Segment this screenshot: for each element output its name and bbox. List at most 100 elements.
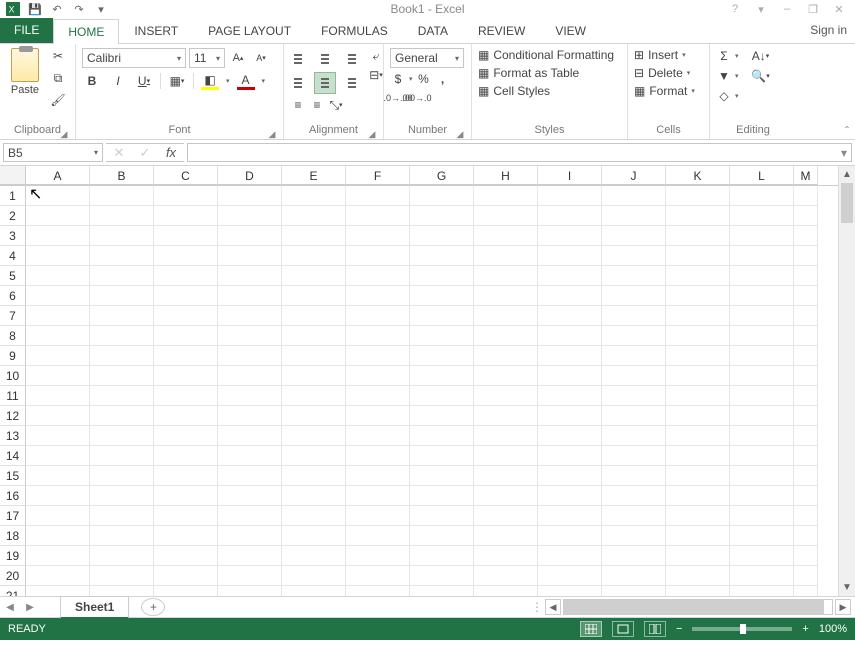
cell[interactable] xyxy=(602,366,666,386)
cell[interactable] xyxy=(26,566,90,586)
page-break-view-icon[interactable] xyxy=(644,621,666,637)
cell[interactable] xyxy=(90,186,154,206)
cell[interactable] xyxy=(410,246,474,266)
cell[interactable] xyxy=(666,566,730,586)
cell[interactable] xyxy=(730,186,794,206)
cell[interactable] xyxy=(154,506,218,526)
cell[interactable] xyxy=(794,326,818,346)
cell[interactable] xyxy=(90,526,154,546)
expand-formula-bar-icon[interactable]: ▾ xyxy=(841,146,847,160)
cell[interactable] xyxy=(218,266,282,286)
ribbon-display-options-icon[interactable]: ▾ xyxy=(751,3,771,16)
cell[interactable] xyxy=(410,226,474,246)
cell[interactable] xyxy=(218,426,282,446)
cell[interactable] xyxy=(218,566,282,586)
zoom-slider[interactable] xyxy=(692,627,792,631)
cell[interactable] xyxy=(602,346,666,366)
scroll-up-icon[interactable]: ▲ xyxy=(839,166,855,183)
cell[interactable] xyxy=(602,286,666,306)
cell[interactable] xyxy=(218,186,282,206)
italic-button[interactable]: I xyxy=(108,71,128,91)
font-color-dropdown-icon[interactable]: ▾ xyxy=(262,77,266,85)
cell[interactable] xyxy=(218,466,282,486)
cell[interactable] xyxy=(218,246,282,266)
column-header[interactable]: M xyxy=(794,166,818,185)
cell[interactable] xyxy=(538,186,602,206)
cell[interactable] xyxy=(154,386,218,406)
horizontal-scroll-thumb[interactable] xyxy=(564,600,824,614)
cell[interactable] xyxy=(794,246,818,266)
cell[interactable] xyxy=(282,566,346,586)
cell[interactable] xyxy=(794,446,818,466)
cell[interactable] xyxy=(538,246,602,266)
cell[interactable] xyxy=(154,406,218,426)
undo-icon[interactable]: ↶ xyxy=(46,0,68,18)
cell[interactable] xyxy=(474,486,538,506)
cell[interactable] xyxy=(666,446,730,466)
hscroll-right-icon[interactable]: ▶ xyxy=(835,599,851,615)
cell[interactable] xyxy=(410,346,474,366)
cell[interactable] xyxy=(410,286,474,306)
cell[interactable] xyxy=(282,506,346,526)
cell[interactable] xyxy=(282,266,346,286)
cell[interactable] xyxy=(794,346,818,366)
cell[interactable] xyxy=(282,326,346,346)
cell[interactable] xyxy=(410,446,474,466)
select-all-corner[interactable] xyxy=(0,166,26,185)
cell[interactable] xyxy=(154,226,218,246)
horizontal-scrollbar[interactable] xyxy=(563,599,833,615)
cell[interactable] xyxy=(538,286,602,306)
cell[interactable] xyxy=(90,346,154,366)
column-header[interactable]: D xyxy=(218,166,282,185)
column-header[interactable]: G xyxy=(410,166,474,185)
font-name-combo[interactable]: Calibri▾ xyxy=(82,48,186,68)
redo-icon[interactable]: ↷ xyxy=(68,0,90,18)
tab-home[interactable]: HOME xyxy=(53,19,119,44)
cell[interactable] xyxy=(794,266,818,286)
sheet-nav-prev-icon[interactable]: ◀ xyxy=(0,602,20,613)
cell[interactable] xyxy=(730,586,794,596)
cell[interactable] xyxy=(218,346,282,366)
cell[interactable] xyxy=(346,306,410,326)
cell[interactable] xyxy=(26,406,90,426)
new-sheet-button[interactable]: + xyxy=(141,598,165,616)
column-header[interactable]: H xyxy=(474,166,538,185)
cell[interactable] xyxy=(90,446,154,466)
cell[interactable] xyxy=(282,346,346,366)
cell[interactable] xyxy=(538,466,602,486)
row-header[interactable]: 19 xyxy=(0,546,26,566)
cell[interactable] xyxy=(410,206,474,226)
cell[interactable] xyxy=(154,526,218,546)
cell[interactable] xyxy=(794,426,818,446)
cell[interactable] xyxy=(90,246,154,266)
cell[interactable] xyxy=(26,226,90,246)
cell[interactable] xyxy=(410,586,474,596)
cell[interactable] xyxy=(602,446,666,466)
cell[interactable] xyxy=(410,406,474,426)
qat-customize-icon[interactable]: ▾ xyxy=(90,0,112,18)
cell[interactable] xyxy=(90,366,154,386)
cell[interactable] xyxy=(474,386,538,406)
cell[interactable] xyxy=(474,266,538,286)
cell[interactable] xyxy=(474,346,538,366)
cell[interactable] xyxy=(90,466,154,486)
cell[interactable] xyxy=(794,286,818,306)
tab-formulas[interactable]: FORMULAS xyxy=(306,18,403,43)
format-cells-button[interactable]: ▦Format▾ xyxy=(634,84,695,98)
cell[interactable] xyxy=(602,266,666,286)
cell[interactable] xyxy=(346,406,410,426)
cell[interactable] xyxy=(602,246,666,266)
column-header[interactable]: C xyxy=(154,166,218,185)
restore-icon[interactable]: ❐ xyxy=(803,3,823,16)
cell[interactable] xyxy=(730,206,794,226)
cell[interactable] xyxy=(218,506,282,526)
row-header[interactable]: 11 xyxy=(0,386,26,406)
cell[interactable] xyxy=(730,346,794,366)
help-icon[interactable]: ? xyxy=(725,3,745,16)
cell[interactable] xyxy=(730,246,794,266)
comma-icon[interactable]: , xyxy=(435,71,451,87)
column-header[interactable]: I xyxy=(538,166,602,185)
cancel-formula-icon[interactable]: ✕ xyxy=(106,145,132,161)
cell[interactable] xyxy=(154,266,218,286)
cell[interactable] xyxy=(282,486,346,506)
